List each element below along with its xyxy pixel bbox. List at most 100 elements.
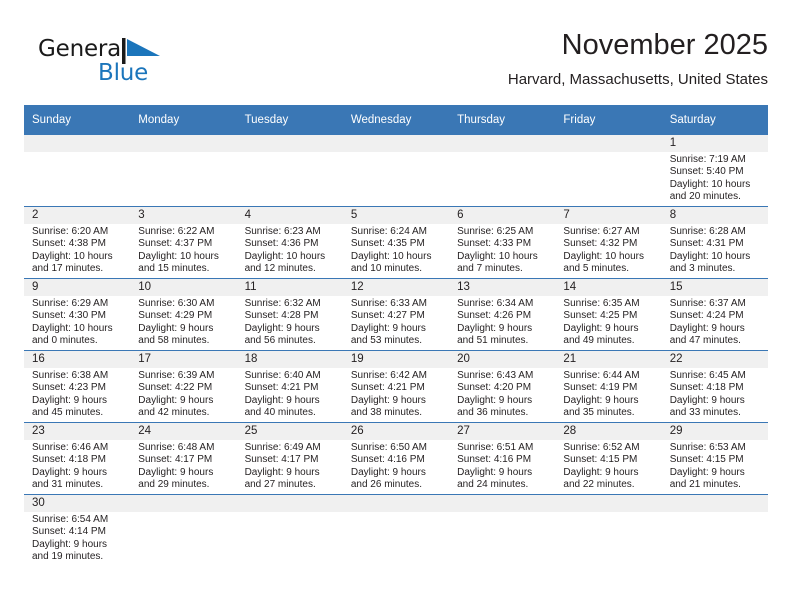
calendar-day-cell[interactable]: 4 Sunrise: 6:23 AM Sunset: 4:36 PM Daylight… [236, 206, 343, 279]
calendar-day-cell[interactable]: 30 Sunrise: 6:54 AM Sunset: 4:14 PM Dayligh… [24, 494, 131, 566]
calendar-day-cell[interactable]: 16 Sunrise: 6:38 AM Sunset: 4:23 PM Dayligh… [24, 350, 131, 423]
sun-info-line: and 35 minutes. [563, 407, 635, 419]
sun-info-line: and 47 minutes. [669, 335, 741, 347]
sun-info-line: Sunrise: 6:43 AM [457, 370, 534, 381]
day-cell-inner: 5 Sunrise: 6:24 AM Sunset: 4:35 PM Daylight… [342, 207, 450, 278]
sun-info-line: Sunrise: 6:39 AM [138, 370, 215, 381]
sun-info-line: Sunrise: 6:50 AM [350, 442, 427, 453]
day-cell-inner [449, 495, 556, 566]
sun-info-line: Sunrise: 7:19 AM [669, 154, 746, 165]
day-cell-inner: 6 Sunrise: 6:25 AM Sunset: 4:33 PM Daylight… [449, 207, 556, 278]
day-cell-inner: 22 Sunrise: 6:45 AM Sunset: 4:18 PM Dayligh… [661, 351, 768, 422]
calendar-day-cell[interactable]: 6 Sunrise: 6:25 AM Sunset: 4:33 PM Daylight… [449, 206, 556, 279]
calendar-day-cell[interactable]: 22 Sunrise: 6:45 AM Sunset: 4:18 PM Dayligh… [661, 350, 768, 423]
sun-info [555, 152, 661, 154]
calendar-day-cell[interactable]: 3 Sunrise: 6:22 AM Sunset: 4:37 PM Daylight… [130, 206, 237, 279]
calendar-day-cell[interactable]: 11 Sunrise: 6:32 AM Sunset: 4:28 PM Dayligh… [236, 278, 343, 351]
day-number: 19 [342, 351, 450, 368]
calendar-day-cell[interactable]: 21 Sunrise: 6:44 AM Sunset: 4:19 PM Dayligh… [555, 350, 662, 423]
calendar-day-cell[interactable]: 14 Sunrise: 6:35 AM Sunset: 4:25 PM Dayligh… [555, 278, 662, 351]
day-number [449, 135, 556, 152]
weekday-header-thursday: Thursday [449, 105, 556, 135]
sun-info-line: Sunset: 4:29 PM [138, 310, 213, 322]
day-number: 30 [24, 495, 131, 512]
sun-info [237, 512, 343, 514]
day-cell-inner: 4 Sunrise: 6:23 AM Sunset: 4:36 PM Daylight… [236, 207, 343, 278]
calendar-day-cell[interactable]: 23 Sunrise: 6:46 AM Sunset: 4:18 PM Dayligh… [24, 422, 131, 495]
day-number: 16 [24, 351, 131, 368]
calendar-day-cell[interactable]: 13 Sunrise: 6:34 AM Sunset: 4:26 PM Dayligh… [449, 278, 556, 351]
day-cell-inner: 15 Sunrise: 6:37 AM Sunset: 4:24 PM Dayligh… [661, 279, 768, 350]
page-header: General Blue November 2025 Harvard, Mass… [24, 28, 768, 100]
calendar-day-cell[interactable]: 7 Sunrise: 6:27 AM Sunset: 4:32 PM Daylight… [555, 206, 662, 279]
calendar-day-cell[interactable]: 2 Sunrise: 6:20 AM Sunset: 4:38 PM Daylight… [24, 206, 131, 279]
weekday-header-monday: Monday [130, 105, 237, 135]
sun-info-line: Sunrise: 6:42 AM [350, 370, 427, 381]
calendar-day-cell[interactable]: 25 Sunrise: 6:49 AM Sunset: 4:17 PM Dayligh… [236, 422, 343, 495]
sun-info-line: Sunset: 4:22 PM [138, 382, 213, 394]
day-number: 11 [236, 279, 343, 296]
sun-info: Sunrise: 6:51 AM Sunset: 4:16 PM Daylight:… [449, 440, 555, 492]
day-cell-inner: 2 Sunrise: 6:20 AM Sunset: 4:38 PM Daylight… [24, 207, 131, 278]
sun-info: Sunrise: 6:45 AM Sunset: 4:18 PM Daylight:… [662, 368, 768, 420]
calendar-day-cell[interactable]: 26 Sunrise: 6:50 AM Sunset: 4:16 PM Dayligh… [342, 422, 450, 495]
sun-info: Sunrise: 6:52 AM Sunset: 4:15 PM Daylight:… [555, 440, 661, 492]
day-cell-inner: 21 Sunrise: 6:44 AM Sunset: 4:19 PM Dayligh… [555, 351, 662, 422]
day-cell-inner [236, 135, 343, 206]
sun-info-line: Daylight: 9 hours [563, 322, 639, 334]
sun-info [237, 152, 343, 154]
calendar-day-cell[interactable]: 28 Sunrise: 6:52 AM Sunset: 4:15 PM Dayligh… [555, 422, 662, 495]
sun-info-line: and 24 minutes. [457, 479, 529, 491]
calendar-day-cell[interactable]: 20 Sunrise: 6:43 AM Sunset: 4:20 PM Dayligh… [449, 350, 556, 423]
sun-info: Sunrise: 6:48 AM Sunset: 4:17 PM Daylight:… [130, 440, 236, 492]
calendar-day-cell[interactable]: 1 Sunrise: 7:19 AM Sunset: 5:40 PM Daylight… [661, 135, 768, 207]
sun-info-line: and 56 minutes. [244, 335, 316, 347]
calendar-day-cell[interactable]: 19 Sunrise: 6:42 AM Sunset: 4:21 PM Dayligh… [342, 350, 450, 423]
sun-info-line: Sunrise: 6:45 AM [669, 370, 746, 381]
sun-info-line: Daylight: 9 hours [563, 394, 639, 406]
sun-info: Sunrise: 6:33 AM Sunset: 4:27 PM Daylight:… [343, 296, 449, 348]
sun-info-line: Sunrise: 6:37 AM [669, 298, 746, 309]
day-cell-inner: 26 Sunrise: 6:50 AM Sunset: 4:16 PM Dayligh… [342, 423, 450, 494]
sun-info-line: Daylight: 10 hours [32, 250, 113, 262]
weekday-header-tuesday: Tuesday [236, 105, 343, 135]
sun-info-line: Sunset: 4:14 PM [32, 526, 106, 538]
calendar-day-cell[interactable]: 24 Sunrise: 6:48 AM Sunset: 4:17 PM Dayligh… [130, 422, 237, 495]
day-number [236, 135, 343, 152]
sun-info [449, 512, 555, 514]
calendar-day-cell[interactable]: 9 Sunrise: 6:29 AM Sunset: 4:30 PM Daylight… [24, 278, 131, 351]
sun-info-line: Daylight: 9 hours [138, 466, 214, 478]
calendar-day-cell[interactable]: 5 Sunrise: 6:24 AM Sunset: 4:35 PM Daylight… [342, 206, 450, 279]
calendar-day-cell[interactable]: 15 Sunrise: 6:37 AM Sunset: 4:24 PM Dayligh… [661, 278, 768, 351]
calendar-day-cell[interactable]: 8 Sunrise: 6:28 AM Sunset: 4:31 PM Daylight… [661, 206, 768, 279]
sun-info-line: Sunrise: 6:38 AM [32, 370, 109, 381]
day-number: 10 [130, 279, 237, 296]
sun-info-line: and 29 minutes. [138, 479, 210, 491]
sun-info [343, 512, 449, 514]
sun-info-line: Daylight: 9 hours [138, 394, 214, 406]
sun-info-line: and 36 minutes. [457, 407, 529, 419]
calendar-day-cell[interactable]: 17 Sunrise: 6:39 AM Sunset: 4:22 PM Dayligh… [130, 350, 237, 423]
calendar-head: Sunday Monday Tuesday Wednesday Thursday Frid… [24, 105, 768, 135]
calendar-day-cell[interactable]: 12 Sunrise: 6:33 AM Sunset: 4:27 PM Dayligh… [342, 278, 450, 351]
day-cell-inner: 3 Sunrise: 6:22 AM Sunset: 4:37 PM Daylight… [130, 207, 237, 278]
sun-info-line: Daylight: 9 hours [32, 538, 108, 550]
calendar-empty-cell [449, 494, 556, 566]
sun-info-line: Daylight: 9 hours [350, 322, 426, 334]
calendar-day-cell[interactable]: 29 Sunrise: 6:53 AM Sunset: 4:15 PM Dayligh… [661, 422, 768, 495]
day-number: 15 [661, 279, 768, 296]
sun-info-line: and 53 minutes. [350, 335, 423, 347]
sun-info: Sunrise: 6:29 AM Sunset: 4:30 PM Daylight:… [24, 296, 130, 348]
calendar-day-cell[interactable]: 18 Sunrise: 6:40 AM Sunset: 4:21 PM Dayligh… [236, 350, 343, 423]
general-blue-logo[interactable]: General Blue [38, 36, 218, 94]
calendar-day-cell[interactable]: 27 Sunrise: 6:51 AM Sunset: 4:16 PM Dayligh… [449, 422, 556, 495]
day-cell-inner: 23 Sunrise: 6:46 AM Sunset: 4:18 PM Dayligh… [24, 423, 131, 494]
sun-info-line: Sunrise: 6:34 AM [457, 298, 534, 309]
day-cell-inner: 9 Sunrise: 6:29 AM Sunset: 4:30 PM Daylight… [24, 279, 131, 350]
calendar-table: Sunday Monday Tuesday Wednesday Thursday Frid… [24, 105, 768, 566]
sun-info [130, 512, 236, 514]
day-number [661, 495, 768, 512]
day-number [555, 135, 662, 152]
sun-info-line: Daylight: 10 hours [563, 250, 645, 262]
calendar-day-cell[interactable]: 10 Sunrise: 6:30 AM Sunset: 4:29 PM Dayligh… [130, 278, 237, 351]
